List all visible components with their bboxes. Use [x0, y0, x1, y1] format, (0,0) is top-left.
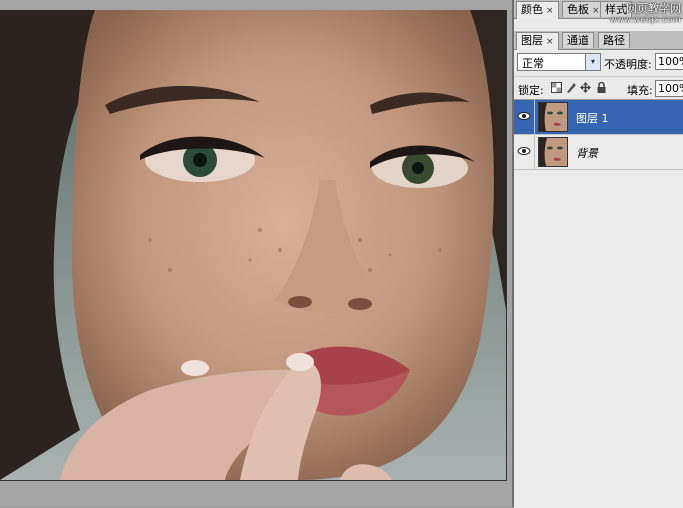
layer-thumbnail[interactable]: [538, 102, 568, 132]
eye-icon[interactable]: [517, 144, 531, 158]
tab-paths[interactable]: 路径: [598, 32, 630, 48]
tab-channels[interactable]: 通道: [562, 32, 594, 48]
lock-fill-row: 锁定: 填充: 100%: [514, 76, 683, 99]
opacity-input[interactable]: 100%: [655, 53, 683, 70]
blend-mode-value: 正常: [522, 57, 544, 70]
close-icon[interactable]: ×: [546, 37, 554, 47]
layer-thumbnail[interactable]: [538, 137, 568, 167]
layer-row-background[interactable]: 背景: [514, 135, 683, 170]
layers-list: 图层 1 背景: [514, 99, 683, 508]
eye-icon[interactable]: [517, 109, 531, 123]
fill-input[interactable]: 100%: [655, 80, 683, 97]
close-icon[interactable]: ×: [546, 6, 554, 16]
visibility-column-divider: [534, 135, 535, 169]
lock-move-icon[interactable]: [580, 82, 591, 93]
tab-swatches[interactable]: 色板 ×: [562, 1, 605, 17]
opacity-label: 不透明度:: [604, 58, 652, 71]
visibility-column-divider: [534, 100, 535, 134]
blend-mode-select[interactable]: 正常 ▾: [517, 53, 601, 71]
layers-panel-tabbar: 图层 × 通道 路径: [514, 31, 683, 50]
document-photo[interactable]: [0, 10, 507, 481]
layer-name[interactable]: 背景: [576, 145, 598, 161]
tab-channels-label: 通道: [567, 34, 589, 47]
right-panels: 颜色 × 色板 × 样式 网页教学网 www.webjx.com 图层 × 通道 路径…: [514, 0, 683, 508]
fill-label: 填充:: [627, 84, 653, 97]
layer-name[interactable]: 图层 1: [576, 110, 609, 126]
watermark-title: 网页教学网: [626, 2, 681, 15]
lock-paint-icon[interactable]: [566, 82, 577, 93]
tab-layers-label: 图层: [521, 34, 543, 47]
tab-swatches-label: 色板: [567, 3, 589, 16]
watermark-url: www.webjx.com: [609, 15, 681, 24]
tab-color[interactable]: 颜色 ×: [516, 1, 559, 19]
close-icon[interactable]: ×: [592, 6, 600, 16]
tab-color-label: 颜色: [521, 3, 543, 16]
layer-row-layer1[interactable]: 图层 1: [514, 100, 683, 135]
portrait-image: [0, 10, 506, 480]
document-canvas-area[interactable]: [0, 0, 512, 507]
tab-layers[interactable]: 图层 ×: [516, 32, 559, 50]
blend-opacity-row: 正常 ▾ 不透明度: 100%: [514, 50, 683, 74]
tab-paths-label: 路径: [603, 34, 625, 47]
lock-all-icon[interactable]: [596, 81, 607, 93]
lock-label: 锁定:: [518, 84, 544, 97]
color-panel-tabbar: 颜色 × 色板 × 样式 网页教学网 www.webjx.com: [514, 0, 683, 24]
site-watermark: 网页教学网 www.webjx.com: [610, 3, 681, 25]
chevron-down-icon[interactable]: ▾: [585, 54, 600, 70]
lock-transparency-icon[interactable]: [551, 82, 562, 93]
